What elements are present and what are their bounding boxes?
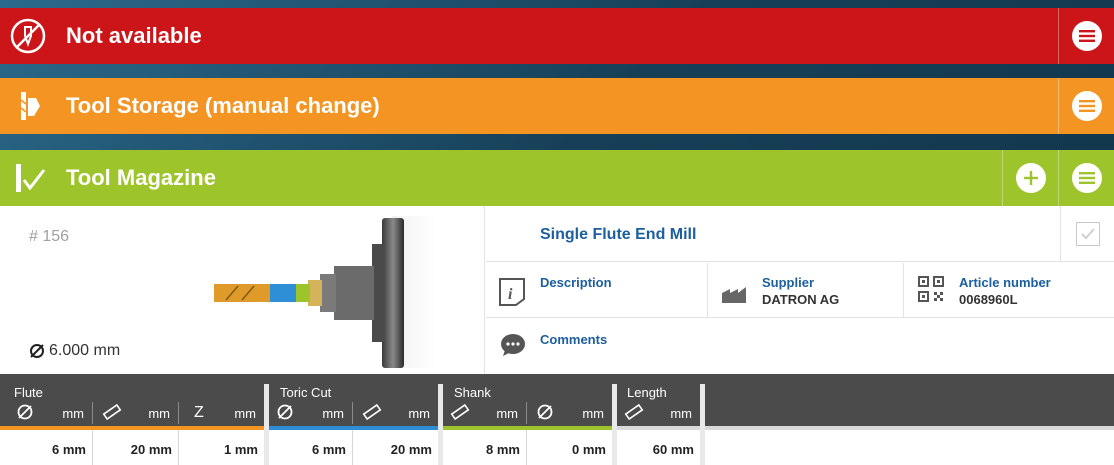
diameter-value: 6.000 mm [49, 342, 121, 359]
tool-info-pane: Single Flute End Mill i Description Supp… [486, 206, 1114, 374]
tool-parameters-table: Flute Toric Cut Shank Length mm mm Z mm … [0, 374, 1114, 465]
value-toric-diameter: 6 mm [312, 442, 346, 457]
article-value: 0068960L [959, 292, 1018, 307]
ruler-icon [362, 403, 382, 421]
article-cell[interactable]: Article number 0068960L [904, 263, 1114, 318]
description-label: Description [540, 275, 612, 290]
tool-name-row[interactable]: Single Flute End Mill [486, 206, 1114, 262]
comments-row[interactable]: Comments [486, 319, 1114, 374]
param-flute-count: Z mm [194, 404, 256, 421]
tool-storage-icon [0, 78, 56, 134]
value-group-divider [612, 430, 617, 465]
z-label: Z [194, 404, 204, 421]
value-group-divider [438, 430, 443, 465]
value-group-divider [264, 430, 269, 465]
diameter-icon [277, 404, 293, 420]
menu-button[interactable] [1058, 8, 1114, 64]
value-divider [352, 430, 353, 465]
value-toric-length: 20 mm [390, 442, 432, 457]
shank-color-strip [443, 426, 612, 430]
factory-icon [722, 287, 746, 303]
menu-button[interactable] [1058, 150, 1114, 206]
value-divider [178, 430, 179, 465]
checkbox-icon [1075, 222, 1100, 246]
tool-storage-bar[interactable]: Tool Storage (manual change) [0, 78, 1114, 134]
diameter-icon [30, 344, 44, 358]
value-flute-length: 20 mm [130, 442, 172, 457]
plus-icon [1015, 163, 1046, 193]
supplier-cell[interactable]: Supplier DATRON AG [708, 263, 904, 318]
tool-diameter: 6.000 mm [29, 342, 120, 360]
tool-image-pane[interactable]: # 156 6.000 mm [0, 206, 485, 374]
param-toric-length: mm [356, 402, 438, 424]
value-total-length: 60 mm [652, 442, 694, 457]
bar-title: Tool Storage (manual change) [66, 93, 380, 118]
param-flute-diameter: mm [10, 402, 92, 424]
not-available-bar[interactable]: Not available [0, 8, 1114, 64]
value-flute-diameter: 6 mm [52, 442, 86, 457]
diameter-icon [537, 404, 553, 420]
toric-color-strip [269, 426, 438, 430]
ruler-icon [450, 403, 470, 421]
svg-text:i: i [508, 286, 513, 303]
qr-code-icon [918, 276, 944, 302]
tool-magazine-icon [0, 150, 56, 206]
tool-meta-row: i Description Supplier DATRON AG Article… [486, 263, 1114, 318]
description-icon: i [499, 278, 525, 306]
tool-image [214, 216, 436, 368]
length-color-strip [617, 426, 700, 430]
comment-icon [501, 334, 525, 356]
not-available-icon [0, 8, 56, 64]
value-shank-diameter: 0 mm [572, 442, 606, 457]
menu-button[interactable] [1058, 78, 1114, 134]
value-flute-count: 1 mm [224, 442, 258, 457]
value-divider [92, 430, 93, 465]
flute-color-strip [0, 426, 264, 430]
group-flute-label: Flute [14, 385, 43, 400]
param-flute-length: mm [96, 402, 178, 424]
ruler-icon [624, 403, 644, 421]
col-divider [526, 402, 527, 424]
param-shank-length: mm [444, 402, 526, 424]
group-toric-label: Toric Cut [280, 385, 332, 400]
description-cell[interactable]: i Description [486, 263, 708, 318]
value-group-divider [700, 430, 705, 465]
tool-magazine-bar[interactable]: Tool Magazine [0, 150, 1114, 206]
bar-title: Tool Magazine [66, 165, 216, 190]
menu-icon [1071, 21, 1102, 51]
param-toric-diameter: mm [270, 402, 352, 424]
group-length-label: Length [627, 385, 667, 400]
bar-title: Not available [66, 23, 202, 48]
tool-detail-panel: # 156 6.000 mm Single Flute End Mill i D… [0, 206, 1114, 374]
parameters-header: Flute Toric Cut Shank Length mm mm Z mm … [0, 374, 1114, 434]
tool-name: Single Flute End Mill [540, 226, 697, 243]
empty-color-strip [705, 426, 1114, 430]
tool-number: # 156 [29, 228, 70, 245]
menu-icon [1071, 91, 1102, 121]
article-label: Article number [959, 275, 1051, 290]
value-divider [526, 430, 527, 465]
supplier-label: Supplier [762, 275, 815, 290]
col-divider [178, 402, 179, 424]
group-shank-label: Shank [454, 385, 491, 400]
col-divider [92, 402, 93, 424]
comments-label: Comments [540, 332, 608, 347]
ruler-icon [102, 403, 122, 421]
value-shank-length: 8 mm [486, 442, 520, 457]
param-total-length: mm [618, 402, 700, 424]
diameter-icon [17, 404, 33, 420]
add-button[interactable] [1002, 150, 1058, 206]
menu-icon [1071, 163, 1102, 193]
param-shank-diameter: mm [530, 402, 612, 424]
col-divider [352, 402, 353, 424]
supplier-value: DATRON AG [762, 292, 840, 307]
tool-select-checkbox[interactable] [1060, 206, 1114, 262]
